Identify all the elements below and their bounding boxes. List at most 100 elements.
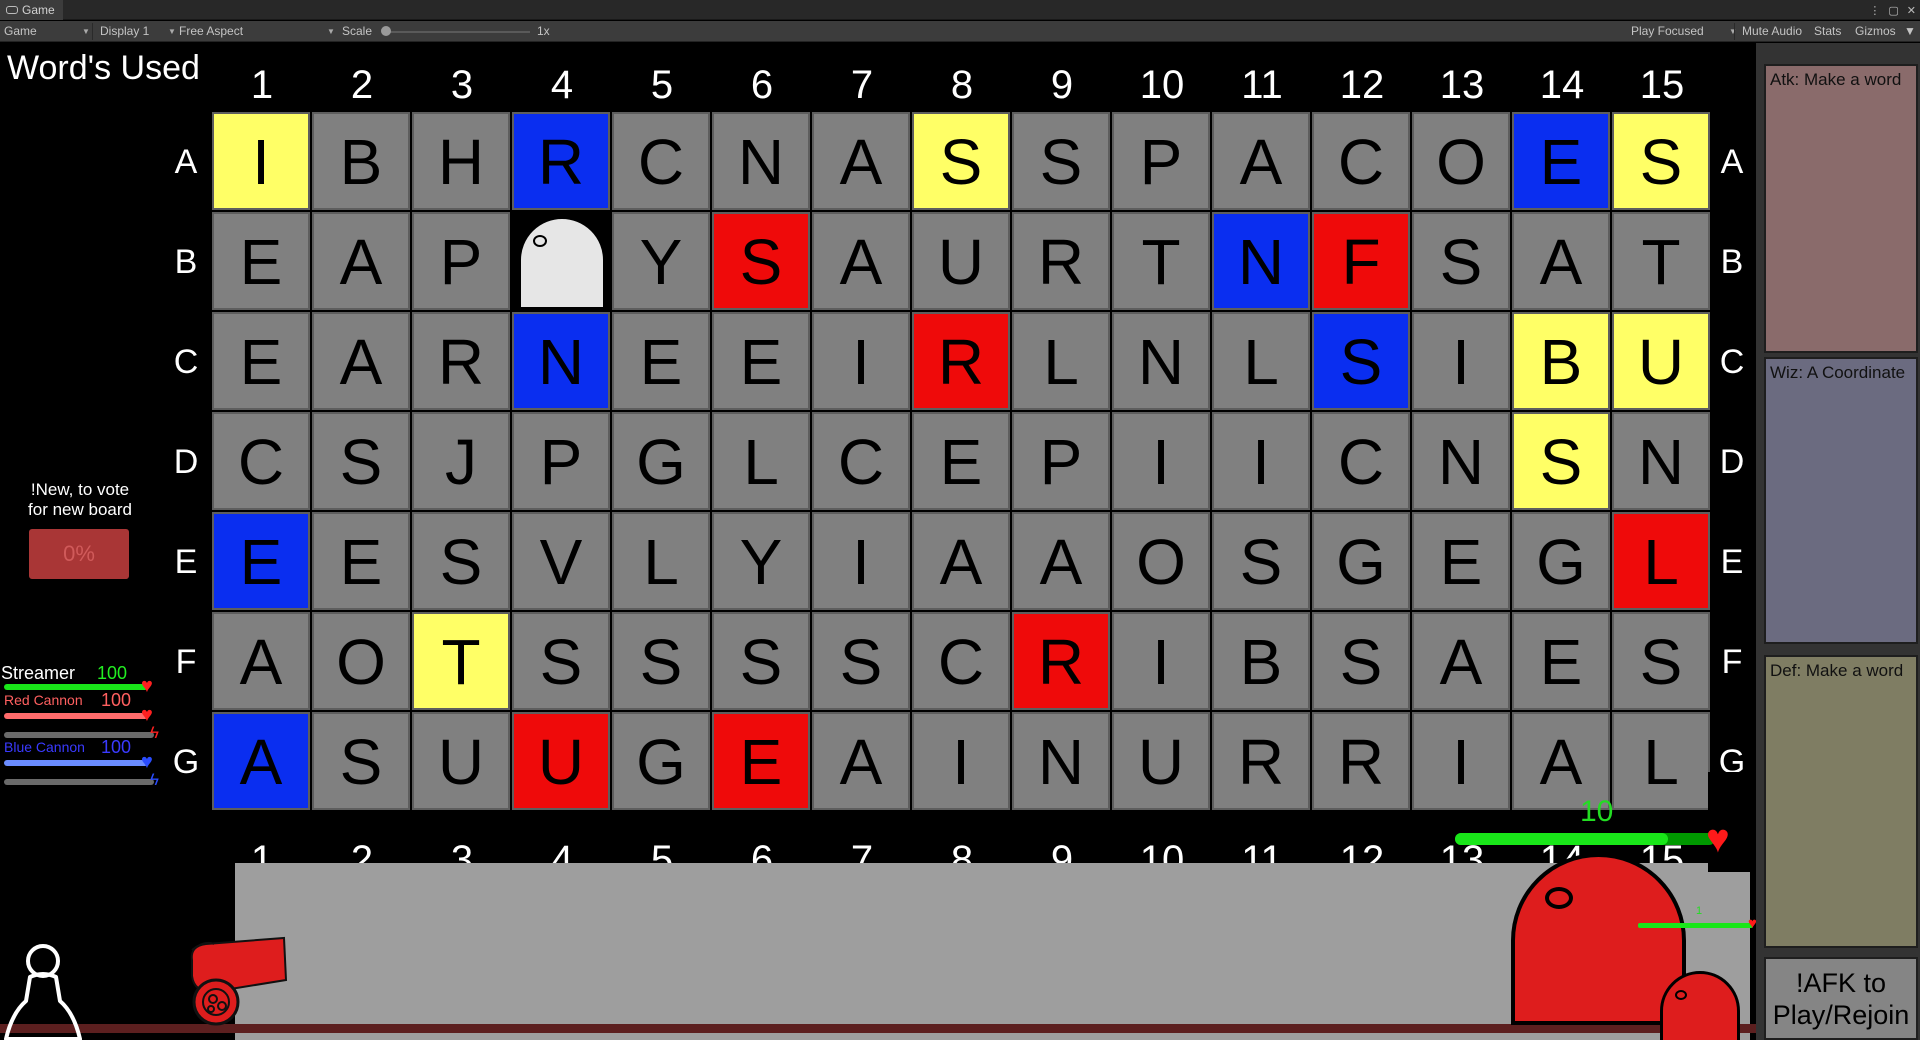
view-mode-dropdown[interactable]: Game ▼	[4, 21, 90, 42]
letter-tile: S	[712, 612, 810, 710]
column-label-top: 12	[1339, 63, 1385, 107]
letter-tile: O	[1412, 112, 1510, 210]
defense-box: Def: Make a word	[1764, 655, 1918, 948]
letter-tile: O	[1112, 512, 1210, 610]
stat-name: Blue Cannon	[4, 739, 85, 755]
letter-tile: E	[612, 312, 710, 410]
words-used-title: Word's Used	[7, 49, 200, 87]
new-board-vote-button[interactable]: 0%	[29, 529, 129, 579]
letter-tile: S	[712, 212, 810, 310]
letter-tile: N	[1212, 212, 1310, 310]
pawn-icon	[4, 944, 82, 1040]
column-label-top: 9	[1050, 63, 1074, 107]
letter-tile: Y	[712, 512, 810, 610]
vote-instructions: !New, to vote for new board	[0, 480, 160, 520]
letter-tile: O	[312, 612, 410, 710]
letter-tile: S	[1312, 312, 1410, 410]
letter-tile: I	[812, 312, 910, 410]
letter-tile: S	[312, 712, 410, 810]
letter-tile: N	[1612, 412, 1710, 510]
letter-tile: P	[1112, 112, 1210, 210]
letter-tile: V	[512, 512, 610, 610]
letter-tile: A	[812, 712, 910, 810]
letter-tile: I	[912, 712, 1010, 810]
enemy-eye	[1545, 887, 1573, 909]
letter-tile: L	[1612, 512, 1710, 610]
row-label-right: E	[1720, 543, 1744, 581]
letter-tile: S	[1412, 212, 1510, 310]
health-bar	[4, 713, 148, 719]
letter-tile: B	[1212, 612, 1310, 710]
play-focused-label: Play Focused	[1631, 24, 1704, 38]
letter-tile: C	[812, 412, 910, 510]
letter-tile: N	[1412, 412, 1510, 510]
letter-tile: S	[512, 612, 610, 710]
letter-tile: C	[212, 412, 310, 510]
letter-tile: L	[612, 512, 710, 610]
letter-tile: S	[1612, 612, 1710, 710]
heart-icon: ♥	[141, 751, 153, 773]
enemy-small-health-bar	[1638, 923, 1753, 928]
letter-tile: C	[1312, 112, 1410, 210]
game-tab-label: Game	[22, 3, 55, 17]
row-label-right: D	[1719, 443, 1745, 481]
scale-slider-handle[interactable]	[381, 26, 391, 36]
view-mode-label: Game	[4, 24, 37, 38]
letter-tile: S	[312, 412, 410, 510]
letter-tile: E	[912, 412, 1010, 510]
toolbar-divider	[92, 23, 93, 40]
row-label-right: A	[1720, 143, 1744, 181]
stat-value: 100	[101, 690, 132, 710]
letter-tile: E	[312, 512, 410, 610]
display-dropdown[interactable]: Display 1 ▼	[100, 21, 176, 42]
letter-tile: S	[912, 112, 1010, 210]
stats-button[interactable]: Stats	[1814, 21, 1841, 42]
letter-tile: E	[212, 512, 310, 610]
letter-tile: T	[1612, 212, 1710, 310]
column-label-top: 15	[1639, 63, 1685, 107]
letter-tile: F	[1312, 212, 1410, 310]
letter-tile: A	[912, 512, 1010, 610]
letter-tile: A	[312, 212, 410, 310]
letter-tile: R	[912, 312, 1010, 410]
letter-tile: I	[812, 512, 910, 610]
stat-name: Red Cannon	[4, 692, 83, 708]
letter-tile: A	[212, 712, 310, 810]
close-icon[interactable]: ✕	[1907, 4, 1916, 17]
column-label-top: 3	[450, 63, 474, 107]
aspect-dropdown[interactable]: Free Aspect ▼	[179, 21, 335, 42]
mute-audio-button[interactable]: Mute Audio	[1742, 21, 1802, 42]
play-focused-dropdown[interactable]: Play Focused ▼	[1631, 21, 1739, 42]
editor-tab-bar: Game ⋮ ▢ ✕	[0, 0, 1920, 20]
action-panel: Atk: Make a word Wiz: A Coordinate Def: …	[1756, 43, 1920, 1040]
stat-value: 100	[101, 737, 132, 757]
scale-slider-track[interactable]	[384, 31, 530, 33]
chevron-down-icon: ▼	[82, 27, 90, 36]
maximize-icon[interactable]: ▢	[1888, 4, 1898, 17]
letter-tile: S	[1612, 112, 1710, 210]
scale-label: Scale	[342, 24, 373, 38]
row-label-left: A	[174, 143, 198, 181]
display-label: Display 1	[100, 24, 150, 38]
heart-icon: ♥	[141, 704, 153, 726]
more-options-icon[interactable]: ⋮	[1869, 4, 1880, 17]
ghost-icon	[518, 216, 606, 310]
enemy-health-value: 10	[1580, 795, 1614, 828]
letter-tile: P	[1012, 412, 1110, 510]
letter-tile: U	[1612, 312, 1710, 410]
energy-bar	[4, 732, 154, 738]
row-label-right: B	[1720, 243, 1744, 281]
letter-tile: A	[812, 212, 910, 310]
letter-tile: H	[412, 112, 510, 210]
letter-tile: E	[712, 312, 810, 410]
letter-tile: T	[412, 612, 510, 710]
letter-tile: N	[712, 112, 810, 210]
vote-text-line1: !New, to vote	[30, 480, 130, 499]
chevron-down-icon[interactable]: ▼	[1904, 21, 1916, 42]
gizmos-button[interactable]: Gizmos	[1855, 21, 1896, 42]
row-label-left: B	[174, 243, 198, 281]
vote-text-line2: for new board	[28, 500, 132, 519]
chevron-down-icon: ▼	[168, 27, 176, 36]
letter-tile: T	[1112, 212, 1210, 310]
game-tab[interactable]: Game	[0, 0, 63, 20]
